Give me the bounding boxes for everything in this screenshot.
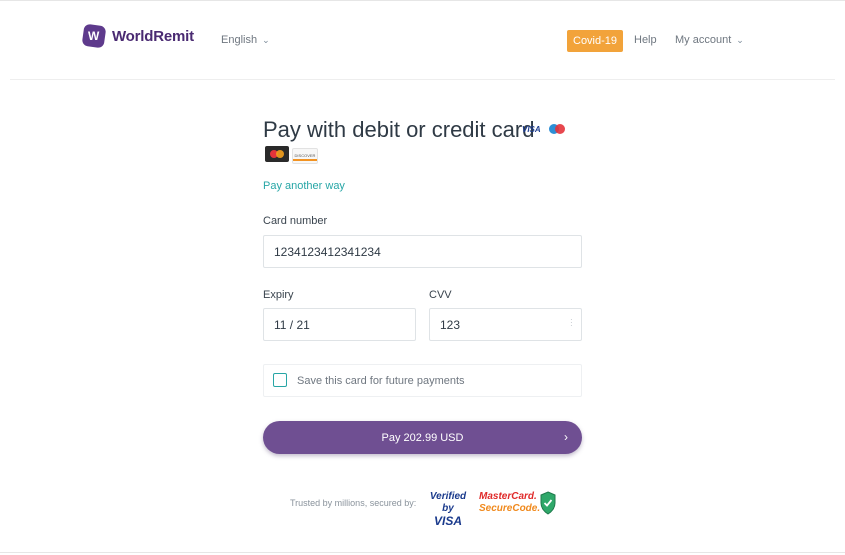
mastercard-securecode-logo: MasterCard. SecureCode. <box>479 491 541 514</box>
discover-card-icon: DISCOVER <box>292 148 318 164</box>
my-account-menu[interactable]: My account ⌄ <box>675 34 744 46</box>
trusted-text: Trusted by millions, secured by: <box>290 498 417 508</box>
save-card-label: Save this card for future payments <box>297 375 465 387</box>
card-number-input[interactable] <box>263 235 582 268</box>
worldremit-logo[interactable]: W WorldRemit <box>81 23 194 49</box>
cvv-label: CVV <box>429 289 452 301</box>
brand-name: WorldRemit <box>112 27 194 45</box>
help-link[interactable]: Help <box>634 34 657 46</box>
security-shield-icon <box>540 491 556 515</box>
bottom-divider <box>0 552 845 553</box>
pay-button-label: Pay 202.99 USD <box>381 431 464 444</box>
language-label: English <box>221 34 258 46</box>
chevron-right-icon: › <box>564 430 568 444</box>
expiry-label: Expiry <box>263 289 294 301</box>
language-selector[interactable]: English ⌄ <box>221 34 270 46</box>
card-number-label: Card number <box>263 215 328 227</box>
site-header: W WorldRemit English ⌄ Covid-19 Help My … <box>10 1 835 80</box>
chevron-down-icon: ⌄ <box>736 34 744 45</box>
save-card-checkbox[interactable] <box>273 373 287 387</box>
cvv-info-icon[interactable]: · · · <box>570 316 573 330</box>
pay-another-way-link[interactable]: Pay another way <box>263 180 345 192</box>
pay-button[interactable]: Pay 202.99 USD › <box>263 421 582 454</box>
page-title: Pay with debit or credit card <box>263 117 535 142</box>
save-card-option[interactable]: Save this card for future payments <box>263 364 582 397</box>
maestro-card-icon <box>549 124 565 134</box>
mastercard-card-icon <box>265 146 289 162</box>
my-account-label: My account <box>675 34 732 46</box>
covid-19-button[interactable]: Covid-19 <box>567 30 624 52</box>
cvv-input[interactable] <box>429 308 582 341</box>
logo-mark-icon: W <box>81 23 107 49</box>
verified-by-visa-logo: Verified by VISA <box>429 491 467 528</box>
visa-card-icon: VISA <box>522 125 541 134</box>
expiry-input[interactable] <box>263 308 416 341</box>
chevron-down-icon: ⌄ <box>262 34 270 45</box>
